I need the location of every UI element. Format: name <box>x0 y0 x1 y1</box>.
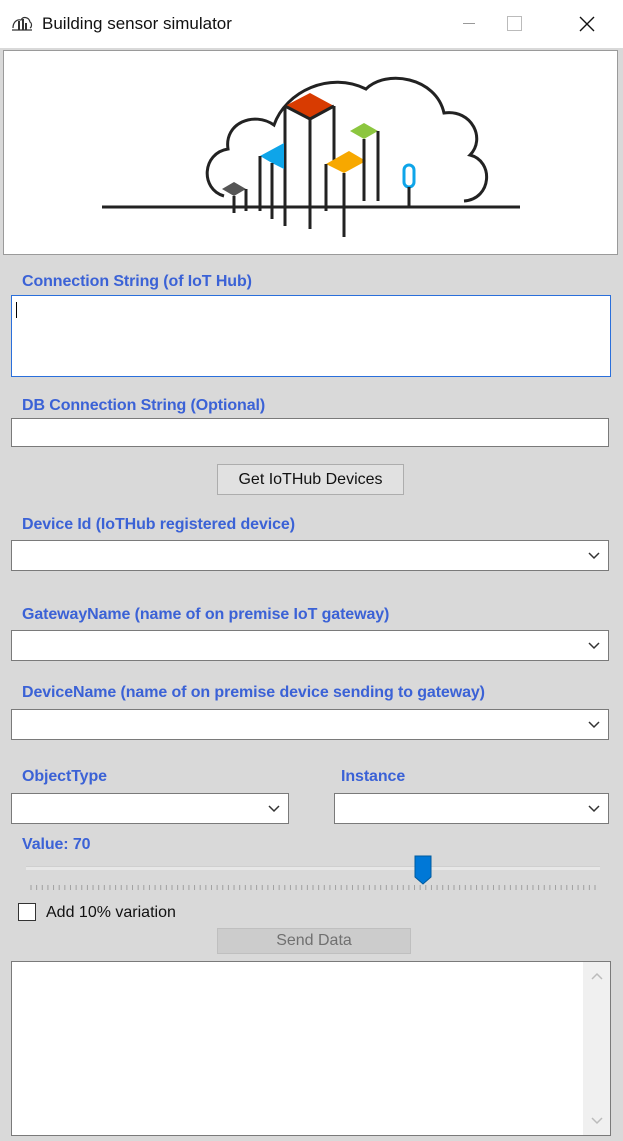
gateway-name-dropdown[interactable] <box>11 630 609 661</box>
chevron-down-icon <box>268 804 280 812</box>
scroll-down-button[interactable] <box>583 1111 610 1131</box>
value-label: Value: 70 <box>22 836 91 853</box>
scroll-up-button[interactable] <box>583 966 610 986</box>
value-slider-thumb[interactable] <box>414 855 432 885</box>
object-type-label: ObjectType <box>22 768 107 785</box>
device-name-label: DeviceName (name of on premise device se… <box>22 684 485 701</box>
get-iothub-devices-button[interactable]: Get IoTHub Devices <box>217 464 404 495</box>
gateway-name-label: GatewayName (name of on premise IoT gate… <box>22 606 390 623</box>
add-variation-label: Add 10% variation <box>46 904 176 921</box>
device-id-dropdown[interactable] <box>11 540 609 571</box>
connection-string-input[interactable] <box>11 295 611 377</box>
chevron-down-icon <box>588 641 600 649</box>
object-type-dropdown[interactable] <box>11 793 289 824</box>
title-bar: Building sensor simulator <box>0 0 623 48</box>
device-name-dropdown[interactable] <box>11 709 609 740</box>
instance-dropdown[interactable] <box>334 793 609 824</box>
output-scrollbar[interactable] <box>583 962 610 1135</box>
chevron-up-icon <box>590 972 603 980</box>
add-variation-checkbox[interactable] <box>18 903 36 921</box>
db-connection-string-input[interactable] <box>11 418 609 447</box>
cloud-buildings-illustration <box>102 76 520 237</box>
maximize-icon <box>507 16 522 31</box>
minimize-icon <box>463 23 475 24</box>
slider-ticks <box>30 885 596 890</box>
instance-label: Instance <box>341 768 406 785</box>
banner-image <box>3 50 618 255</box>
close-button[interactable] <box>562 0 612 48</box>
app-icon <box>12 16 33 31</box>
device-id-label: Device Id (IoTHub registered device) <box>22 516 295 533</box>
chevron-down-icon <box>588 804 600 812</box>
close-icon <box>579 16 595 32</box>
db-connection-string-label: DB Connection String (Optional) <box>22 397 266 414</box>
text-caret <box>16 302 17 318</box>
output-textbox[interactable] <box>11 961 611 1136</box>
chevron-down-icon <box>590 1117 603 1125</box>
minimize-button[interactable] <box>446 0 492 48</box>
connection-string-label: Connection String (of IoT Hub) <box>22 273 252 290</box>
chevron-down-icon <box>588 551 600 559</box>
chevron-down-icon <box>588 720 600 728</box>
send-data-button[interactable]: Send Data <box>217 928 411 954</box>
maximize-button[interactable] <box>492 0 538 48</box>
value-slider-track[interactable] <box>26 866 600 870</box>
window-title: Building sensor simulator <box>42 14 232 33</box>
